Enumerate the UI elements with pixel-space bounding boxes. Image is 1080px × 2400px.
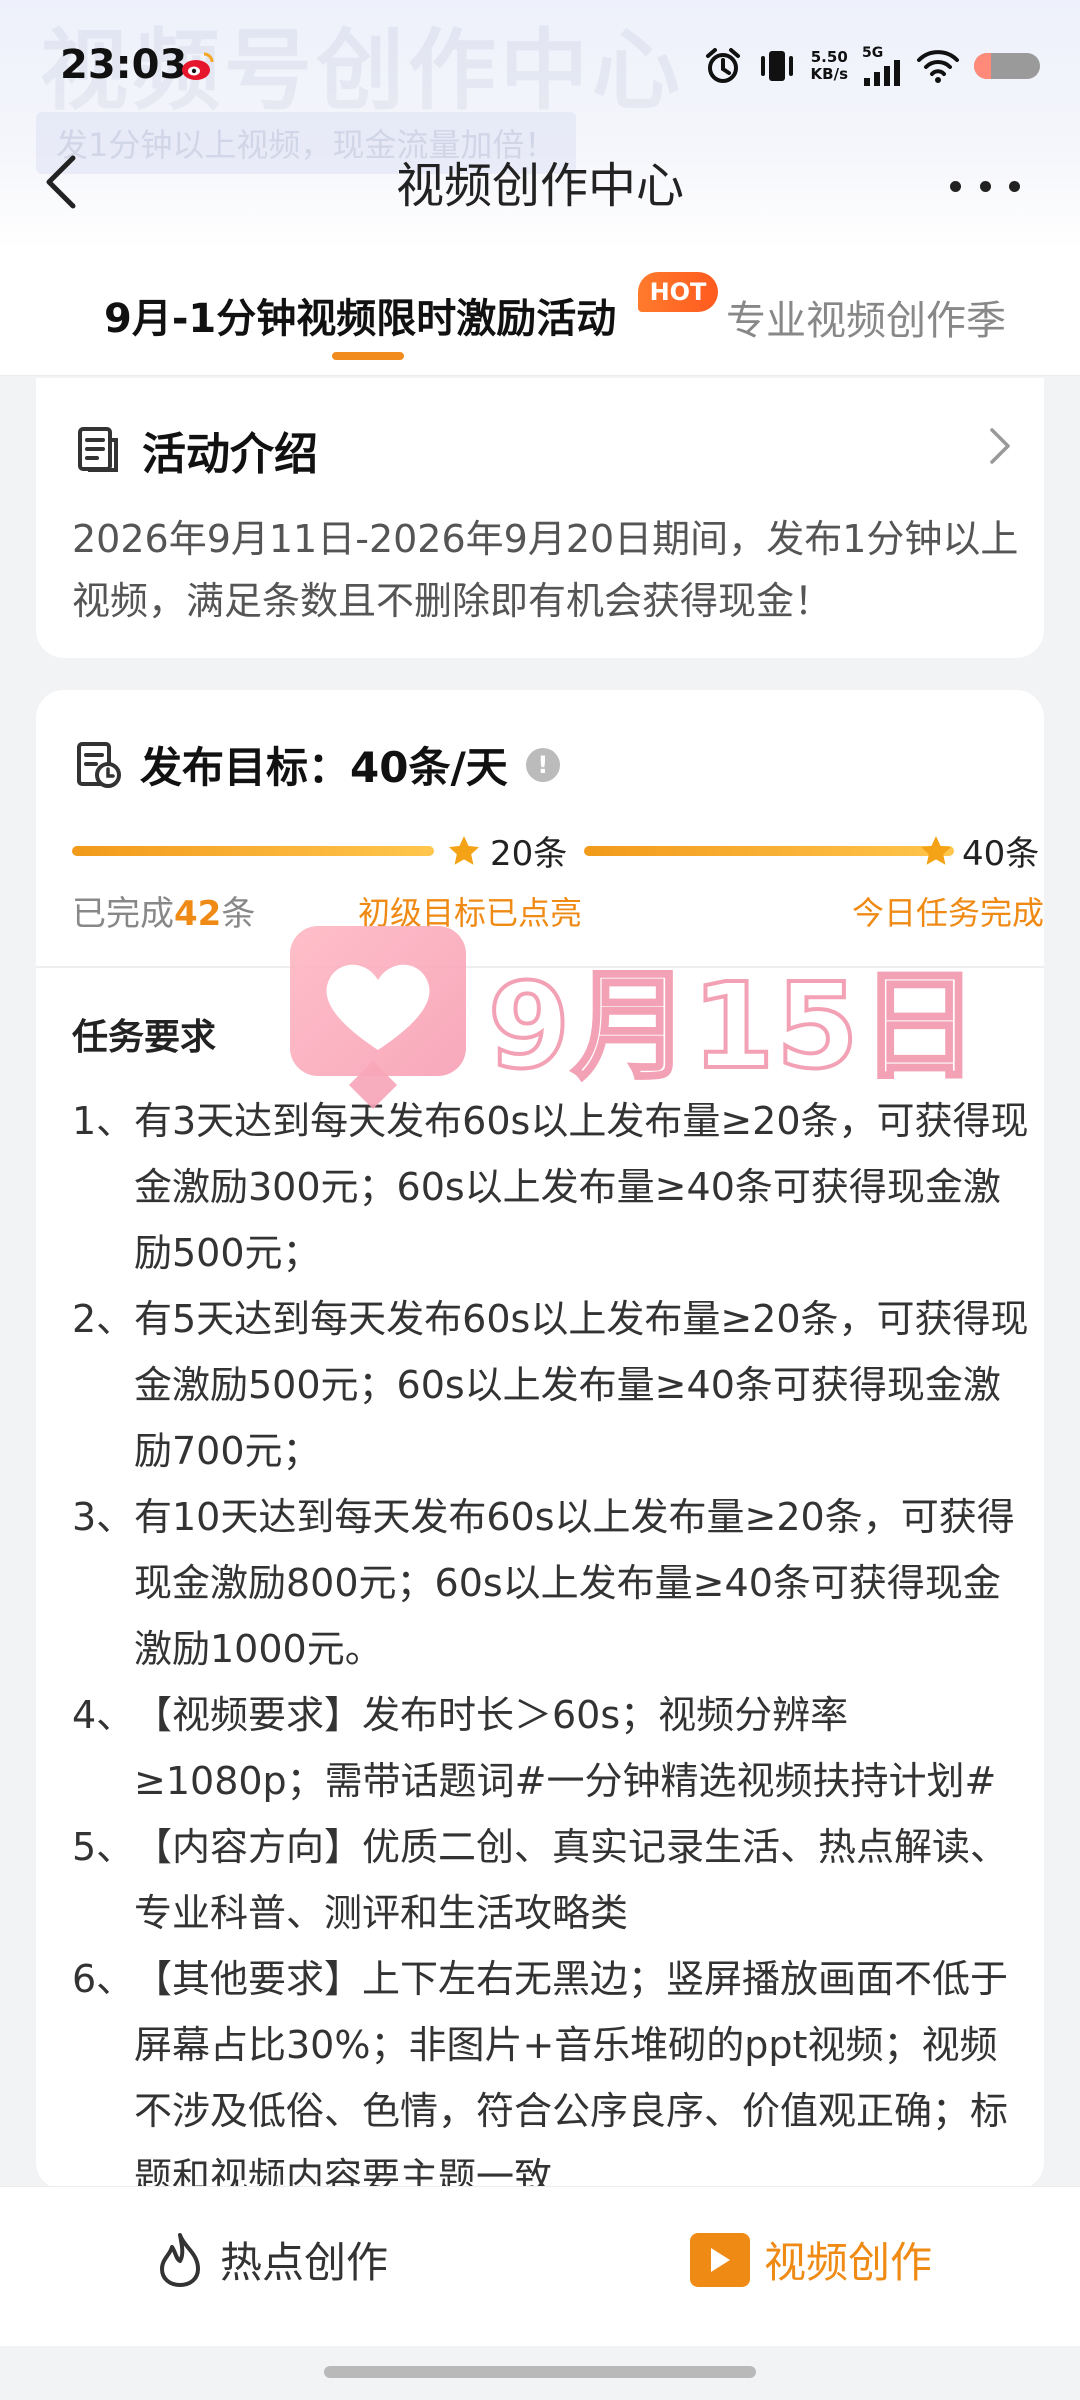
clock-document-icon [77,741,121,788]
intro-title: 活动介绍 [142,429,318,480]
milestone-2-label: 40条 [962,834,1040,874]
goal-header: 发布目标：40条/天 ! [76,734,560,795]
requirements-list: 1、 有3天达到每天发布60s以上发布量≥20条，可获得现金激励300元；60s… [72,1088,1032,2210]
hot-creation-button[interactable]: 热点创作 [154,2229,388,2290]
battery-icon [974,53,1040,79]
page-title: 视频创作中心 [395,158,684,214]
completed-suffix: 条 [221,894,256,934]
requirement-number: 4、 [72,1693,135,1737]
requirement-item: 1、 有3天达到每天发布60s以上发布量≥20条，可获得现金激励300元；60s… [72,1088,1032,1286]
daily-task-status: 今日任务完成 [851,894,1044,932]
document-icon [78,427,118,472]
chevron-right-icon [990,428,1010,464]
completed-count-text: 已完成42条 [72,886,255,935]
more-dot [1009,180,1020,192]
milestone-1: 20条 [446,826,567,875]
network-speed: 5.50 KB/s [811,49,848,83]
requirement-item: 2、 有5天达到每天发布60s以上发布量≥20条，可获得现金激励500元；60s… [72,1286,1032,1484]
tab-incentive-activity[interactable]: 9月-1分钟视频限时激励活动 [104,286,616,344]
more-dot [979,180,991,192]
activity-intro-card[interactable]: 活动介绍 2026年9月11日-2026年9月20日期间，发布1分钟以上视频，满… [36,378,1044,658]
intro-header: 活动介绍 [76,418,318,482]
progress-bar-segment-1 [72,846,434,856]
requirement-item: 6、 【其他要求】上下左右无黑边；竖屏播放画面不低于屏幕占比30%；非图片+音乐… [72,1946,1032,2210]
tab-pro-creation-season[interactable]: 专业视频创作季 [726,288,1006,346]
info-icon[interactable]: ! [525,747,560,782]
status-time: 23:03 [60,42,188,88]
completed-prefix: 已完成 [72,894,174,934]
more-button[interactable] [950,160,1020,212]
play-triangle-icon [711,2247,730,2272]
requirement-item: 3、 有10天达到每天发布60s以上发布量≥20条，可获得现金激励800元；60… [72,1484,1032,1682]
vibrate-icon [760,51,793,81]
stamp-bubble [290,926,466,1076]
stamp-date: 9月15日 [486,955,981,1097]
tab-bar: 9月-1分钟视频限时激励活动 专业视频创作季 [0,250,1080,376]
network-speed-value: 5.50 [810,48,848,66]
requirement-number: 1、 [72,1099,135,1143]
bottom-action-bar: 热点创作 视频创作 [0,2186,1080,2346]
hot-creation-label: 热点创作 [220,2238,389,2287]
alarm-icon [705,48,740,83]
completed-count: 42 [174,894,222,934]
status-bar: 23:03 5.50 KB/s 5G [0,0,1080,138]
intro-description: 2026年9月11日-2026年9月20日期间，发布1分钟以上视频，满足条数且不… [72,517,1019,623]
header: 视频号创作中心 发1分钟以上视频，现金流量加倍！ 23:03 5.50 KB/s [0,0,1080,250]
requirement-text: 【视频要求】发布时长＞60s；视频分辨率≥1080p；需带话题词#一分钟精选视频… [134,1693,997,1803]
wifi-icon [917,50,959,83]
requirement-text: 有3天达到每天发布60s以上发布量≥20条，可获得现金激励300元；60s以上发… [134,1099,1029,1275]
requirement-number: 5、 [72,1825,135,1869]
star-icon [449,835,479,865]
home-indicator[interactable] [324,2366,756,2378]
video-creation-button[interactable]: 视频创作 [690,2229,932,2290]
requirement-item: 4、 【视频要求】发布时长＞60s；视频分辨率≥1080p；需带话题词#一分钟精… [72,1682,1032,1814]
requirement-text: 有5天达到每天发布60s以上发布量≥20条，可获得现金激励500元；60s以上发… [134,1297,1029,1473]
progress-bar-segment-2 [584,846,954,856]
milestone-1-label: 20条 [490,834,568,874]
goal-title: 发布目标：40条/天 [140,743,508,792]
signal-group: 5G [862,46,902,86]
network-type: 5G [862,45,884,61]
requirements-title: 任务要求 [72,1017,217,1058]
network-speed-unit: KB/s [810,65,848,83]
requirement-number: 3、 [72,1495,135,1539]
status-icons: 5.50 KB/s 5G [703,42,1040,90]
star-icon [921,835,951,865]
hot-badge: HOT [638,272,718,312]
battery-level [974,53,991,79]
requirement-item: 5、 【内容方向】优质二创、真实记录生活、热点解读、专业科普、测评和生活攻略类 [72,1814,1032,1946]
more-dot [950,180,961,192]
weibo-icon [182,52,214,80]
video-play-icon [690,2232,750,2287]
signal-icon [864,60,900,86]
requirement-text: 有10天达到每天发布60s以上发布量≥20条，可获得现金激励800元；60s以上… [134,1495,1015,1671]
flame-icon [160,2232,200,2287]
requirement-number: 6、 [72,1957,135,2001]
tab-active-indicator [332,352,404,360]
requirement-number: 2、 [72,1297,135,1341]
requirement-text: 【其他要求】上下左右无黑边；竖屏播放画面不低于屏幕占比30%；非图片+音乐堆砌的… [134,1957,1009,2199]
video-creation-label: 视频创作 [764,2238,933,2287]
goal-progress: 20条 40条 [72,826,1052,874]
heart-icon [326,964,430,1050]
milestone-2: 40条 [918,826,1039,875]
publish-goal-card: 发布目标：40条/天 ! 20条 40条 已完成42条 初级目标已点亮 今日任务… [36,690,1044,2199]
requirement-text: 【内容方向】优质二创、真实记录生活、热点解读、专业科普、测评和生活攻略类 [134,1825,1009,1935]
